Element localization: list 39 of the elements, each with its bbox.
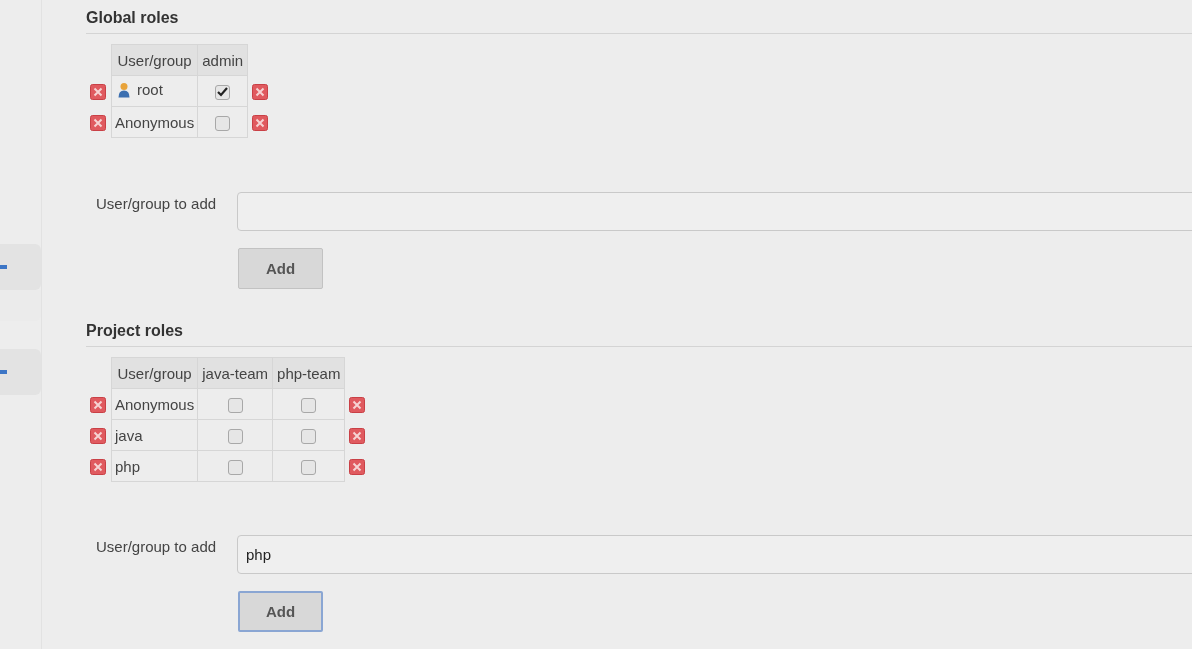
add-button[interactable]: Add: [238, 591, 323, 632]
user-icon: [118, 81, 130, 98]
delete-icon[interactable]: [252, 114, 269, 131]
delete-icon[interactable]: [90, 114, 106, 131]
column-header: java-team: [197, 357, 273, 389]
checkbox[interactable]: [301, 428, 317, 444]
column-header: User/group: [111, 357, 198, 389]
checkbox[interactable]: [301, 459, 317, 475]
checkbox[interactable]: [227, 428, 243, 444]
column-header: php-team: [272, 357, 345, 389]
input-field[interactable]: php: [237, 535, 1192, 574]
section-heading: Global roles: [86, 6, 1192, 34]
delete-icon[interactable]: [90, 83, 106, 100]
section-heading: Project roles: [86, 319, 1192, 347]
column-header: User/group: [111, 44, 198, 76]
field-label: User/group to add: [96, 537, 218, 555]
table-cell: root: [111, 75, 198, 107]
delete-icon[interactable]: [90, 458, 106, 475]
table-cell: php: [111, 450, 198, 482]
delete-icon[interactable]: [90, 427, 106, 444]
table-cell: Anonymous: [111, 106, 198, 138]
delete-icon[interactable]: [90, 396, 106, 413]
delete-icon[interactable]: [252, 83, 269, 100]
column-header: admin: [197, 44, 248, 76]
table-cell: java: [111, 419, 198, 451]
dash-icon: [0, 370, 7, 374]
table-cell: Anonymous: [111, 388, 198, 420]
dash-icon: [0, 265, 7, 269]
checkbox[interactable]: [215, 84, 231, 100]
checkbox[interactable]: [227, 397, 243, 413]
delete-icon[interactable]: [349, 396, 366, 413]
checkbox[interactable]: [227, 459, 243, 475]
delete-icon[interactable]: [349, 427, 366, 444]
add-button[interactable]: Add: [238, 248, 323, 289]
checkbox[interactable]: [301, 397, 317, 413]
checkbox[interactable]: [215, 115, 231, 131]
input-field[interactable]: [237, 192, 1192, 231]
delete-icon[interactable]: [349, 458, 366, 475]
field-label: User/group to add: [96, 194, 218, 212]
